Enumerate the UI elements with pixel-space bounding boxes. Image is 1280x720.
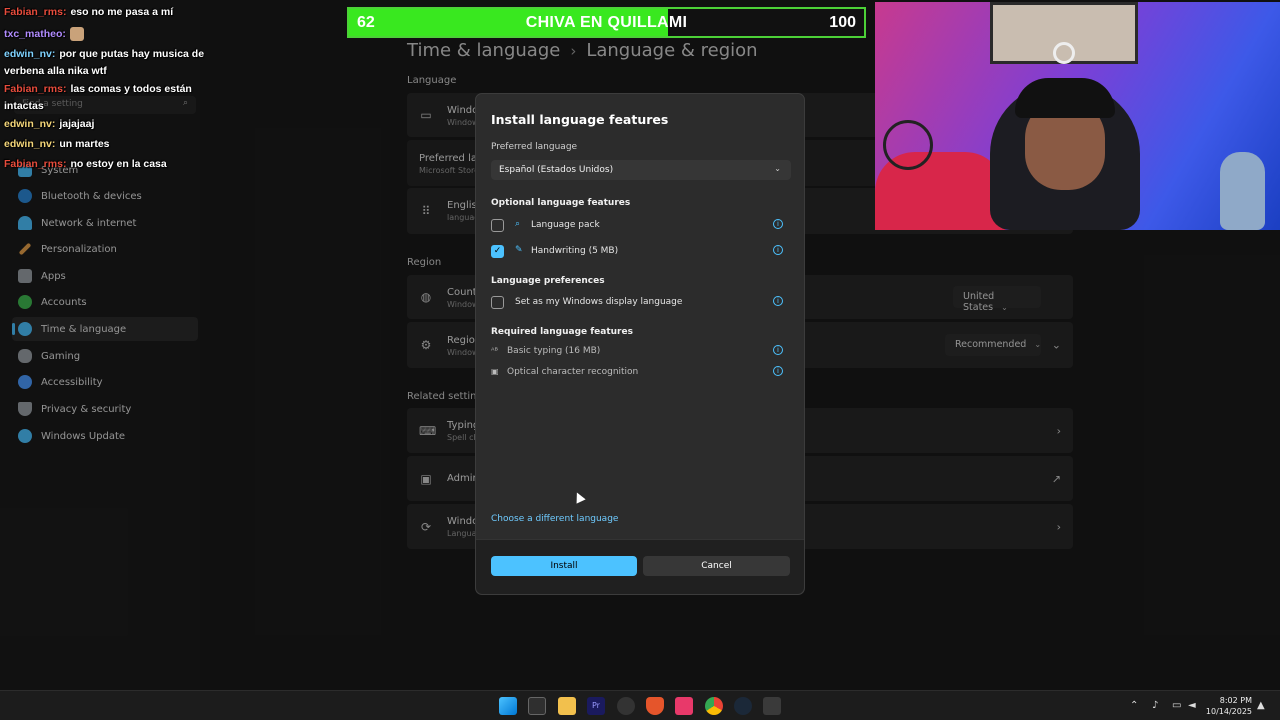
basic-typing-feature: ᴬᴮ Basic typing (16 MB) i [491,343,791,361]
file-explorer-icon[interactable] [558,697,576,715]
chat-message: edwin_nv: por que putas hay musica de ver… [4,46,214,80]
chat-username: Fabian_rms: [4,6,67,18]
info-icon[interactable]: i [773,366,783,376]
desk-fan [883,120,933,170]
windows-start-icon[interactable] [499,697,517,715]
required-features-header: Required language features [491,327,633,337]
obs-icon[interactable] [617,697,635,715]
chat-message: edwin_nv: jajajaaj [4,116,214,133]
chat-message: txc_matheo: [4,26,214,43]
preferred-language-value: Español (Estados Unidos) [499,165,614,175]
clock-date: 10/14/2025 [1205,707,1252,716]
cancel-button[interactable]: Cancel [643,556,790,576]
language-pack-label: Language pack [531,220,600,230]
language-pack-option[interactable]: ⌕ Language pack i [491,217,791,235]
chat-username: Fabian_rms: [4,158,67,170]
info-icon[interactable]: i [773,245,783,255]
network-icon[interactable]: ▭ [1172,691,1181,720]
chat-text: un martes [59,138,110,150]
info-icon[interactable]: i [773,296,783,306]
preferred-language-label: Preferred language [491,142,578,152]
language-pack-checkbox[interactable] [491,219,504,232]
tray-overflow-icon[interactable]: ⌃ [1130,691,1138,720]
microphone-icon[interactable]: ♪ [1152,691,1158,720]
brave-icon[interactable] [646,697,664,715]
epic-games-icon[interactable] [528,697,546,715]
clock-time: 8:02 PM [1219,696,1252,705]
chat-message: Fabian_rms: no estoy en la casa [4,156,214,173]
goal-title: CHIVA EN QUILLAMI [525,14,688,31]
chat-username: edwin_nv: [4,48,56,60]
chat-username: edwin_nv: [4,118,56,130]
display-language-option[interactable]: Set as my Windows display language i [491,294,791,312]
webcam-feed [875,2,1280,230]
handwriting-label: Handwriting (5 MB) [531,246,619,256]
clock[interactable]: 8:02 PM 10/14/2025 [1206,695,1252,717]
chat-text: jajajaaj [59,118,95,130]
chat-text: no estoy en la casa [70,158,167,170]
handwriting-option[interactable]: ✓ ✎ Handwriting (5 MB) i [491,243,791,261]
language-preferences-header: Language preferences [491,276,605,286]
chat-text: eso no me pasa a mí [70,6,174,18]
choose-different-language-link[interactable]: Choose a different language [491,514,618,524]
install-button[interactable]: Install [491,556,637,576]
dialog-footer: Install Cancel [476,539,804,594]
display-language-label: Set as my Windows display language [515,297,683,307]
basic-typing-label: Basic typing (16 MB) [507,346,601,356]
chat-message: Fabian_rms: eso no me pasa a mí [4,4,214,21]
display-language-checkbox[interactable] [491,296,504,309]
notification-bell-icon[interactable]: ▲ [1257,691,1265,720]
tiktok-icon[interactable] [675,697,693,715]
chat-message: edwin_nv: un martes [4,136,214,153]
optional-features-header: Optional language features [491,198,631,208]
steam-icon[interactable] [734,697,752,715]
settings-icon[interactable] [763,697,781,715]
info-icon[interactable]: i [773,345,783,355]
ocr-feature: ▣ Optical character recognition i [491,364,791,382]
chevron-down-icon: ⌄ [774,164,781,173]
streamer-hair [1015,78,1115,118]
taskbar: Pr ⌃ ♪ ▭ ◄ 8:02 PM 10/14/2025 ▲ [0,690,1280,720]
ocr-icon: ▣ [491,367,499,376]
handwriting-checkbox[interactable]: ✓ [491,245,504,258]
handwriting-icon: ✎ [515,245,523,255]
ocr-label: Optical character recognition [507,367,639,377]
stream-goal-bar: 62 CHIVA EN QUILLAMI 100 [347,7,866,38]
guitar [1220,152,1265,230]
typing-icon: ᴬᴮ [491,346,498,355]
chrome-icon[interactable] [705,697,723,715]
dialog-title: Install language features [491,112,669,127]
chat-username: Fabian_rms: [4,83,67,95]
chat-username: txc_matheo: [4,28,66,40]
ring-light [1053,42,1075,64]
chat-username: edwin_nv: [4,138,56,150]
volume-icon[interactable]: ◄ [1188,691,1196,720]
install-language-features-dialog: Install language features Preferred lang… [475,93,805,595]
goal-target: 100 [829,14,856,31]
emote-image [69,27,84,42]
chat-message: Fabian_rms: las comas y todos están intac… [4,81,214,115]
info-icon[interactable]: i [773,219,783,229]
preferred-language-select[interactable]: Español (Estados Unidos) ⌄ [491,160,791,180]
premiere-pro-icon[interactable]: Pr [587,697,605,715]
language-pack-icon: ⌕ [515,219,521,229]
